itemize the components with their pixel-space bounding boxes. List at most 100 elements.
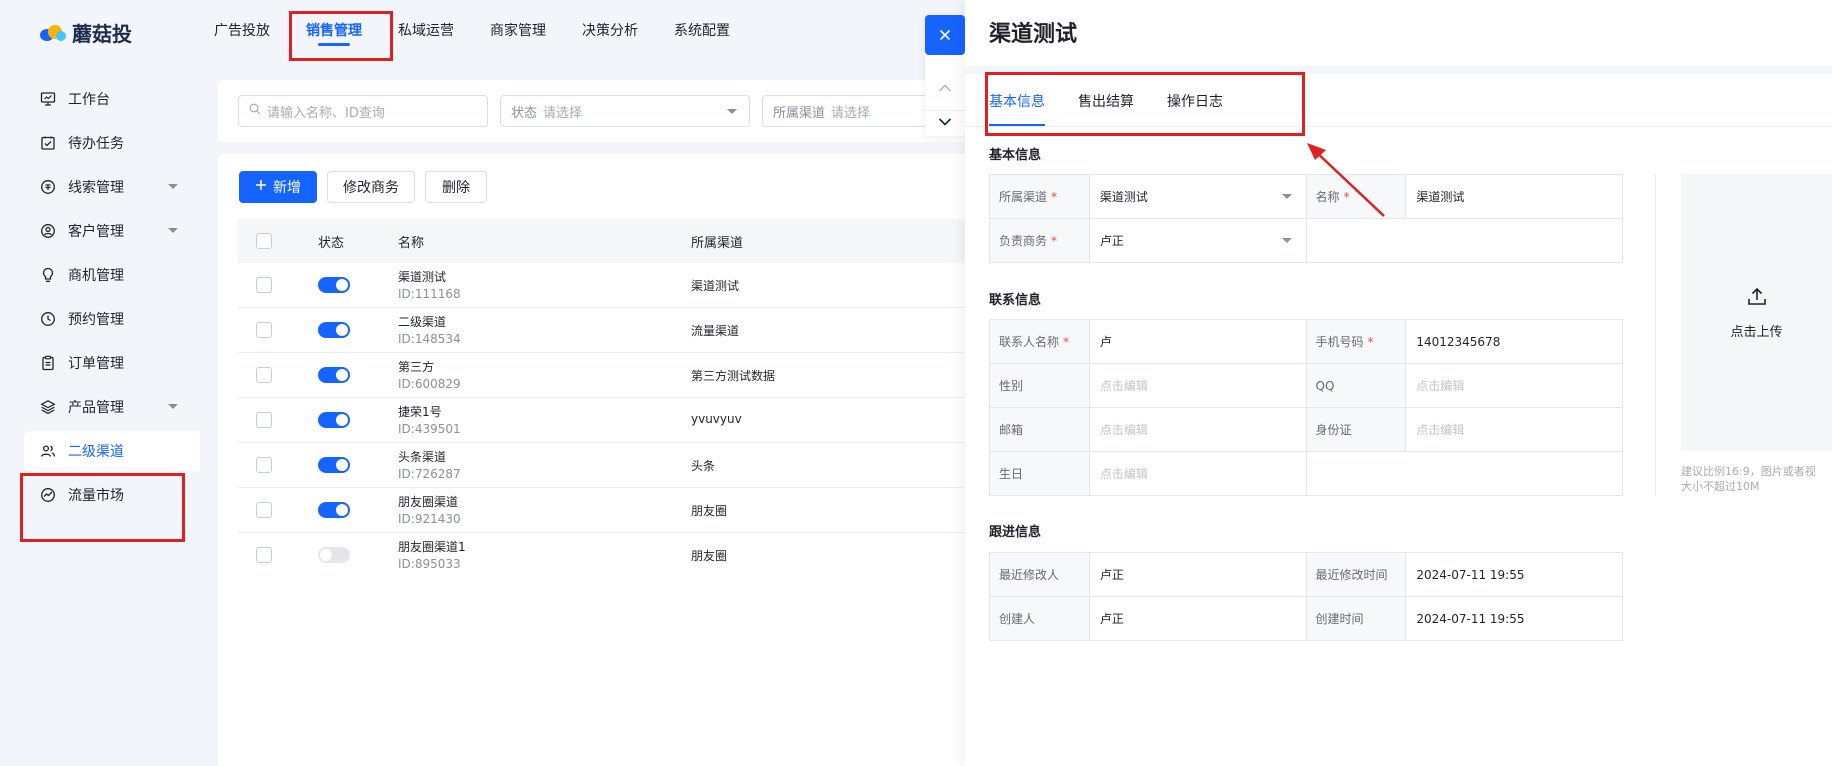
sidebar-item-label: 待办任务 <box>68 136 124 152</box>
chevron-down-icon <box>168 404 178 409</box>
table-row[interactable]: 朋友圈渠道 ID:921430 朋友圈 <box>238 488 998 533</box>
filter-bar: 请输入名称、ID查询 状态 请选择 所属渠道 请选择 <box>218 80 998 142</box>
channel-field-value: 渠道测试 <box>1099 190 1148 204</box>
channel-field[interactable]: 渠道测试 <box>1089 175 1307 219</box>
upload-hint: 建议比例16:9，图片或者视 大小不超过10M <box>1681 464 1832 494</box>
select-all-checkbox[interactable] <box>256 233 272 249</box>
topnav-decision-analysis[interactable]: 决策分析 <box>564 0 656 62</box>
table-header: 状态 名称 所属渠道 <box>238 219 998 263</box>
status-toggle[interactable] <box>318 322 350 338</box>
bd-field[interactable]: 卢正 <box>1089 219 1307 263</box>
delete-button[interactable]: 删除 <box>425 171 487 203</box>
status-select[interactable]: 状态 请选择 <box>500 95 750 127</box>
sidebar-item-appointments[interactable]: 预约管理 <box>24 299 200 339</box>
sidebar-item-orders[interactable]: 订单管理 <box>24 343 200 383</box>
status-toggle[interactable] <box>318 502 350 518</box>
field-label-modified-time: 最近修改时间 <box>1306 553 1407 597</box>
table-row[interactable]: 渠道测试 ID:111168 渠道测试 <box>238 263 998 308</box>
sidebar-item-opportunities[interactable]: 商机管理 <box>24 255 200 295</box>
user-circle-icon <box>40 223 56 239</box>
row-channel: 渠道测试 <box>691 279 740 293</box>
created-time-value: 2024-07-11 19:55 <box>1406 597 1623 641</box>
topnav-system-config[interactable]: 系统配置 <box>656 0 748 62</box>
status-toggle[interactable] <box>318 412 350 428</box>
section-title-contact: 联系信息 <box>989 293 1042 308</box>
row-name: 渠道测试 <box>398 270 447 284</box>
name-field-value: 渠道测试 <box>1416 190 1465 204</box>
modifier-value: 卢正 <box>1089 553 1307 597</box>
search-icon <box>249 103 261 119</box>
status-toggle[interactable] <box>318 547 350 563</box>
sidebar-item-workbench[interactable]: 工作台 <box>24 79 200 119</box>
row-channel: 朋友圈 <box>691 549 728 563</box>
table-row[interactable]: 捷荣1号 ID:439501 yvuvyuv <box>238 398 998 443</box>
field-label-phone: 手机号码 * <box>1306 320 1407 364</box>
edit-bd-button[interactable]: 修改商务 <box>327 171 415 203</box>
row-checkbox[interactable] <box>256 367 272 383</box>
row-checkbox[interactable] <box>256 502 272 518</box>
sidebar-item-clues[interactable]: 线索管理 <box>24 167 200 207</box>
idcard-field[interactable]: 点击编辑 <box>1406 408 1623 452</box>
row-checkbox[interactable] <box>256 322 272 338</box>
table-row[interactable]: 朋友圈渠道1 ID:895033 朋友圈 <box>238 533 998 578</box>
previous-record-button[interactable] <box>925 69 965 109</box>
table-row[interactable]: 头条渠道 ID:726287 头条 <box>238 443 998 488</box>
chevron-down-icon <box>938 116 952 131</box>
sidebar-item-customers[interactable]: 客户管理 <box>24 211 200 251</box>
row-checkbox[interactable] <box>256 277 272 293</box>
sidebar-item-products[interactable]: 产品管理 <box>24 387 200 427</box>
creator-value: 卢正 <box>1089 597 1307 641</box>
sidebar-item-label: 产品管理 <box>68 400 124 416</box>
row-checkbox[interactable] <box>256 547 272 563</box>
channel-select-placeholder: 请选择 <box>831 105 871 121</box>
status-toggle[interactable] <box>318 367 350 383</box>
contact-info-table: 联系人名称 * 卢 手机号码 * 14012345678 性别 点击编辑 QQ 点击… <box>989 319 1623 496</box>
sidebar-item-label: 订单管理 <box>68 356 124 372</box>
layers-icon <box>40 399 56 415</box>
gender-field[interactable]: 点击编辑 <box>1089 364 1307 408</box>
close-drawer-button[interactable] <box>925 15 965 55</box>
row-name: 朋友圈渠道1 <box>398 540 466 554</box>
row-id: ID:921430 <box>398 512 461 526</box>
drawer-title: 渠道测试 <box>989 22 1078 47</box>
contact-name-value: 卢 <box>1099 335 1112 349</box>
status-toggle[interactable] <box>318 277 350 293</box>
topnav-merchant-management[interactable]: 商家管理 <box>472 0 564 62</box>
chevron-down-icon <box>168 228 178 233</box>
row-id: ID:726287 <box>398 467 461 481</box>
table-row[interactable]: 第三方 ID:600829 第三方测试数据 <box>238 353 998 398</box>
clipboard-icon <box>40 355 56 371</box>
sidebar-item-todo[interactable]: 待办任务 <box>24 123 200 163</box>
vertical-divider <box>1655 174 1656 496</box>
brand-logo[interactable]: 蘑菇投 <box>40 18 132 47</box>
status-toggle[interactable] <box>318 457 350 473</box>
sidebar-item-secondary-channel[interactable]: 二级渠道 <box>24 431 200 471</box>
phone-field[interactable]: 14012345678 <box>1406 320 1623 364</box>
annotation-box-sidebar <box>20 473 185 542</box>
birthday-field[interactable]: 点击编辑 <box>1089 452 1307 496</box>
channel-table-card: 新增 修改商务 删除 状态 名称 所属渠道 渠道测试 ID:111168 渠道测… <box>218 154 998 766</box>
sidebar-item-label: 客户管理 <box>68 224 124 240</box>
caret-down-icon <box>727 109 737 114</box>
qq-field[interactable]: 点击编辑 <box>1406 364 1623 408</box>
chevron-down-icon <box>168 184 178 189</box>
clock-icon <box>40 311 56 327</box>
field-label-channel: 所属渠道 * <box>990 175 1090 219</box>
topnav-ad-delivery[interactable]: 广告投放 <box>196 0 288 62</box>
sidebar-item-label: 二级渠道 <box>68 444 124 460</box>
contact-name-field[interactable]: 卢 <box>1089 320 1307 364</box>
name-field[interactable]: 渠道测试 <box>1406 175 1623 219</box>
field-label-contact-name: 联系人名称 * <box>990 320 1090 364</box>
row-checkbox[interactable] <box>256 457 272 473</box>
image-upload-area[interactable]: 点击上传 <box>1681 174 1832 451</box>
row-id: ID:600829 <box>398 377 461 391</box>
topnav-private-operations[interactable]: 私域运营 <box>380 0 472 62</box>
email-field[interactable]: 点击编辑 <box>1089 408 1307 452</box>
next-record-button[interactable] <box>925 110 965 136</box>
search-input[interactable]: 请输入名称、ID查询 <box>238 95 488 127</box>
checklist-icon <box>40 135 56 151</box>
add-button[interactable]: 新增 <box>239 171 317 203</box>
annotation-arrow-icon <box>1307 143 1385 217</box>
table-row[interactable]: 二级渠道 ID:148534 流量渠道 <box>238 308 998 353</box>
row-checkbox[interactable] <box>256 412 272 428</box>
